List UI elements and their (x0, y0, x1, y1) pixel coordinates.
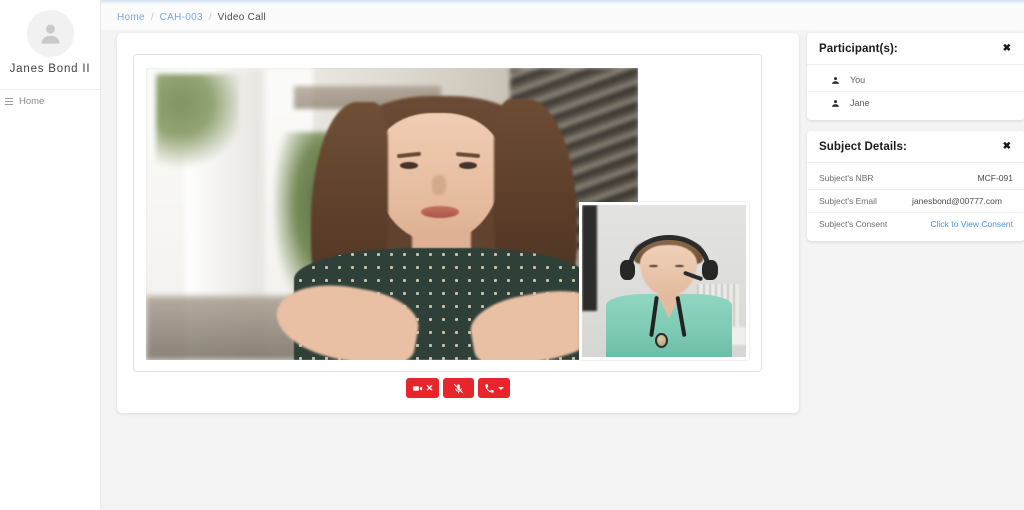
phone-icon (484, 383, 495, 394)
breadcrumb-bar: Home / CAH-003 / Video Call (101, 4, 1024, 30)
participant-name: You (850, 75, 865, 85)
scene-plant-left (156, 74, 240, 173)
participants-panel: Participant(s): ✖ You Jane (807, 33, 1024, 120)
end-call-button[interactable] (478, 378, 510, 398)
subject-nbr-label: Subject's NBR (819, 173, 901, 183)
call-controls: ✕ (117, 378, 799, 398)
list-item[interactable]: You (807, 69, 1024, 92)
person-icon (831, 76, 840, 85)
sidebar-item-label: Home (19, 96, 44, 107)
breadcrumb-item-home[interactable]: Home (117, 12, 145, 23)
main-content: Home / CAH-003 / Video Call (101, 0, 1024, 510)
sidebar-item-home[interactable]: Home (0, 90, 100, 113)
table-row: Subject's NBR MCF-091 (807, 167, 1024, 190)
subject-details-panel: Subject Details: ✖ Subject's NBR MCF-091… (807, 131, 1024, 241)
subject-nbr-value: MCF-091 (901, 173, 1013, 183)
close-icon[interactable]: ✖ (1001, 44, 1013, 54)
camera-off-icon (412, 383, 423, 394)
subject-details-panel-title: Subject Details: (819, 141, 907, 153)
subject-details-list: Subject's NBR MCF-091 Subject's Email ja… (807, 163, 1024, 241)
chevron-down-icon (498, 387, 504, 390)
toggle-camera-button[interactable]: ✕ (406, 378, 440, 398)
local-participant-figure (618, 235, 720, 357)
pip-scene-edge (582, 205, 597, 311)
participants-list: You Jane (807, 65, 1024, 120)
sidebar: Janes Bond II Home (0, 0, 101, 510)
video-frame (133, 54, 762, 372)
local-video-feed[interactable] (579, 202, 749, 360)
participants-panel-header: Participant(s): ✖ (807, 33, 1024, 65)
subject-email-value: janesbond@00777.com (901, 196, 1013, 206)
app-root: Janes Bond II Home Home / CAH-003 / Vide… (0, 0, 1024, 510)
video-call-card: ✕ (117, 33, 799, 413)
remote-video-scene (146, 68, 638, 360)
remote-video-feed[interactable] (146, 68, 638, 360)
participants-panel-title: Participant(s): (819, 43, 898, 55)
microphone-muted-icon (453, 383, 464, 394)
subject-email-label: Subject's Email (819, 196, 901, 206)
view-consent-link[interactable]: Click to View Consent (901, 219, 1013, 229)
breadcrumb-item-current: Video Call (218, 12, 266, 23)
camera-off-x-icon: ✕ (426, 384, 434, 393)
person-icon (831, 99, 840, 108)
sidebar-user-name: Janes Bond II (0, 63, 100, 75)
breadcrumb: Home / CAH-003 / Video Call (117, 12, 266, 23)
table-row: Subject's Consent Click to View Consent (807, 213, 1024, 235)
participant-name: Jane (850, 98, 870, 108)
breadcrumb-separator: / (151, 12, 154, 23)
user-avatar-icon (27, 10, 74, 57)
list-item[interactable]: Jane (807, 92, 1024, 114)
close-icon[interactable]: ✖ (1001, 142, 1013, 152)
breadcrumb-separator: / (209, 12, 212, 23)
subject-consent-label: Subject's Consent (819, 219, 901, 229)
list-menu-icon (5, 98, 13, 105)
subject-details-panel-header: Subject Details: ✖ (807, 131, 1024, 163)
breadcrumb-item-case[interactable]: CAH-003 (160, 12, 203, 23)
remote-participant-figure (294, 80, 589, 360)
toggle-microphone-button[interactable] (443, 378, 474, 398)
avatar-container (0, 0, 100, 57)
table-row: Subject's Email janesbond@00777.com (807, 190, 1024, 213)
